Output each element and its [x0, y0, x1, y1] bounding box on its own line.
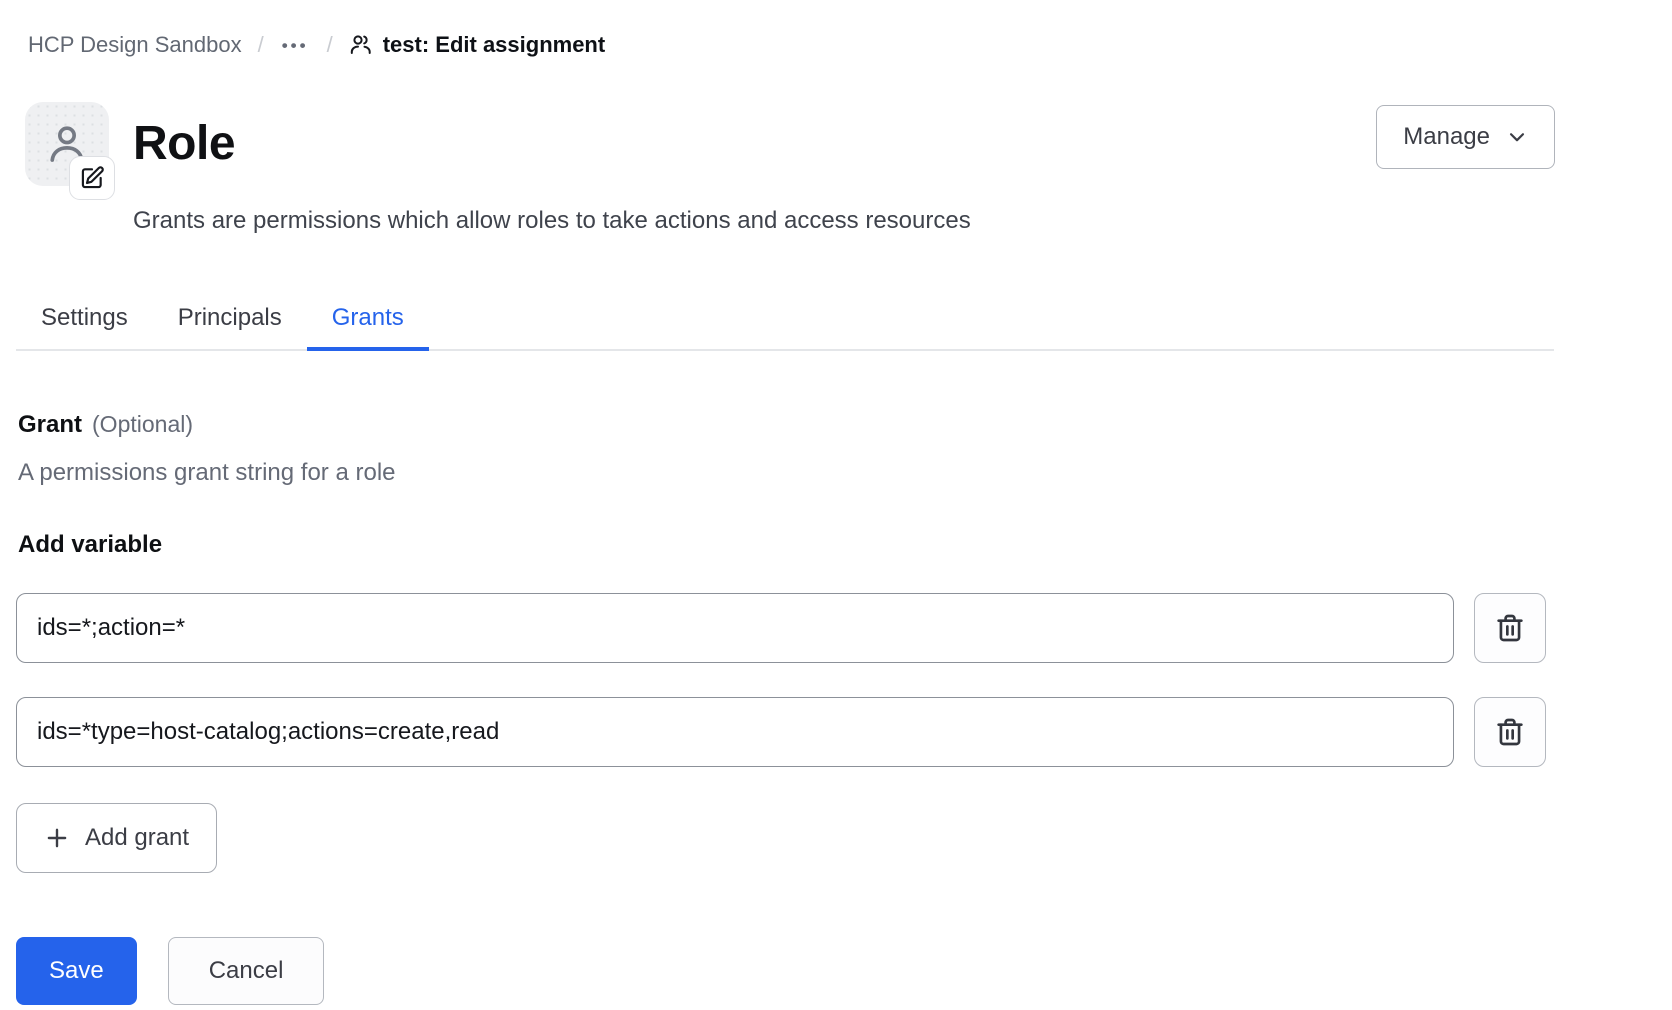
role-avatar — [25, 102, 109, 186]
plus-icon — [44, 825, 70, 851]
breadcrumb-separator: / — [258, 32, 264, 58]
grant-row — [16, 593, 1546, 663]
page-title: Role — [133, 102, 971, 186]
add-grant-button[interactable]: Add grant — [16, 803, 217, 873]
grant-row — [16, 697, 1546, 767]
page-subtitle: Grants are permissions which allow roles… — [133, 206, 971, 236]
breadcrumb: HCP Design Sandbox / ••• / test: Edit as… — [28, 30, 1672, 60]
grant-field-label-row: Grant (Optional) — [18, 411, 1672, 439]
title-block: Role Grants are permissions which allow … — [133, 102, 971, 236]
trash-icon — [1494, 612, 1526, 644]
manage-button-label: Manage — [1403, 123, 1490, 151]
breadcrumb-separator: / — [327, 32, 333, 58]
edit-avatar-button[interactable] — [69, 156, 115, 200]
delete-grant-button-1[interactable] — [1474, 593, 1546, 663]
tab-bar: Settings Principals Grants — [16, 304, 1554, 351]
delete-grant-button-2[interactable] — [1474, 697, 1546, 767]
tab-settings[interactable]: Settings — [16, 304, 153, 351]
add-grant-label: Add grant — [85, 824, 189, 852]
tab-grants[interactable]: Grants — [307, 304, 429, 351]
breadcrumb-item-org[interactable]: HCP Design Sandbox — [28, 32, 242, 58]
edit-pencil-icon — [79, 165, 105, 191]
grant-string-input-1[interactable] — [16, 593, 1454, 663]
tab-principals[interactable]: Principals — [153, 304, 307, 351]
grant-string-input-2[interactable] — [16, 697, 1454, 767]
breadcrumb-ellipsis-button[interactable]: ••• — [280, 35, 311, 56]
breadcrumb-current-label: test: Edit assignment — [383, 32, 605, 58]
chevron-down-icon — [1506, 126, 1528, 148]
users-icon — [349, 33, 373, 57]
manage-dropdown-button[interactable]: Manage — [1376, 105, 1555, 169]
save-button[interactable]: Save — [16, 937, 137, 1005]
add-variable-label: Add variable — [18, 531, 1672, 559]
grant-help-text: A permissions grant string for a role — [18, 459, 1672, 487]
page-header: Role Grants are permissions which allow … — [16, 102, 1672, 236]
trash-icon — [1494, 716, 1526, 748]
form-actions: Save Cancel — [16, 937, 1672, 1005]
grant-optional-label: (Optional) — [92, 411, 193, 438]
page: HCP Design Sandbox / ••• / test: Edit as… — [0, 0, 1672, 1010]
cancel-button[interactable]: Cancel — [168, 937, 325, 1005]
breadcrumb-item-current[interactable]: test: Edit assignment — [349, 32, 605, 58]
grant-field-label: Grant — [18, 411, 82, 439]
